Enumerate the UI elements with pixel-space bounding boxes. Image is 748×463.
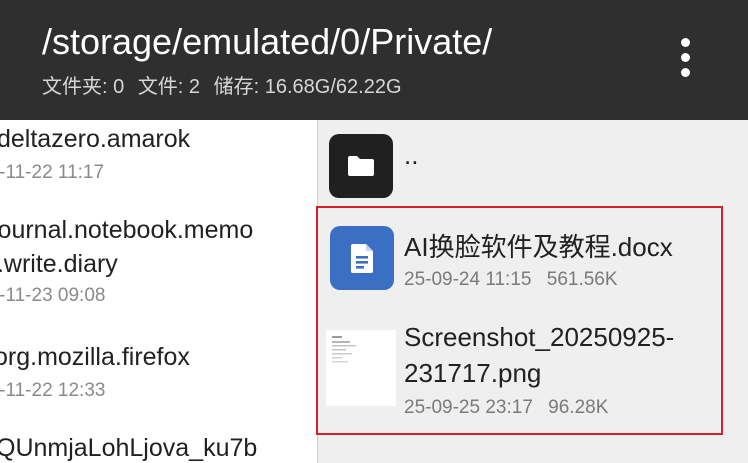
- list-item-name: journal.notebook.memo: [0, 216, 254, 244]
- header-bar: /storage/emulated/0/Private/ 文件夹: 0 文件: …: [0, 0, 748, 120]
- file-date: 25-09-24 11:15: [404, 269, 532, 290]
- file-name: Screenshot_20250925-: [404, 322, 675, 352]
- folder-glyph: [348, 156, 374, 176]
- left-file-list: deltazero.amarok 25-11-22 11:17 journal.…: [0, 120, 317, 463]
- storage-usage: 储存: 16.68G/62.22G: [213, 76, 402, 98]
- list-item-date: 25-11-22 11:17: [0, 162, 105, 183]
- list-item[interactable]: deltazero.amarok 25-11-22 11:17: [0, 122, 317, 186]
- list-item-date: 25-11-22 12:33: [0, 380, 106, 401]
- file-name-continued: 231717.png: [404, 358, 542, 388]
- list-item[interactable]: org.mozilla.firefox 25-11-22 12:33: [0, 340, 317, 404]
- file-size: 96.28K: [548, 397, 609, 418]
- file-count: 文件: 2: [137, 76, 201, 98]
- file-manager-app: /storage/emulated/0/Private/ 文件夹: 0 文件: …: [0, 0, 748, 463]
- more-vert-icon[interactable]: [680, 38, 690, 78]
- thumbnail-preview: [326, 330, 396, 406]
- list-item-name: org.mozilla.firefox: [0, 343, 190, 371]
- file-meta: 25-09-24 11:15 561.56K: [404, 268, 628, 292]
- image-thumbnail: [326, 330, 396, 406]
- parent-directory-row[interactable]: ..: [318, 120, 748, 210]
- list-item-date: 25-11-23 09:08: [0, 285, 106, 306]
- parent-directory-label: ..: [404, 140, 419, 170]
- folder-count: 文件夹: 0: [42, 76, 125, 98]
- right-file-list: .. AI换脸软件及教程.docx 25-09-24 11:15 561.56K: [318, 120, 748, 463]
- file-meta: 25-09-25 23:17 96.28K: [404, 396, 618, 420]
- file-date: 25-09-25 23:17: [404, 397, 533, 418]
- document-glyph: [351, 244, 373, 273]
- file-row-docx[interactable]: AI换脸软件及教程.docx 25-09-24 11:15 561.56K: [318, 210, 748, 310]
- current-path: /storage/emulated/0/Private/: [42, 21, 493, 62]
- file-name: AI换脸软件及教程.docx: [404, 232, 673, 262]
- list-item-name-continued: r.write.diary: [0, 250, 118, 278]
- file-row-png[interactable]: Screenshot_20250925- 231717.png 25-09-25…: [318, 310, 748, 435]
- file-size: 561.56K: [546, 269, 618, 290]
- list-item[interactable]: QUnmjaLohLjova_ku7b: [0, 431, 317, 463]
- folder-icon: [329, 134, 393, 198]
- list-item[interactable]: journal.notebook.memo r.write.diary 25-1…: [0, 213, 317, 309]
- list-item-name: deltazero.amarok: [0, 125, 191, 153]
- document-icon: [330, 226, 394, 290]
- directory-stats: 文件夹: 0 文件: 2 储存: 16.68G/62.22G: [42, 74, 410, 100]
- list-item-name: QUnmjaLohLjova_ku7b: [0, 434, 258, 462]
